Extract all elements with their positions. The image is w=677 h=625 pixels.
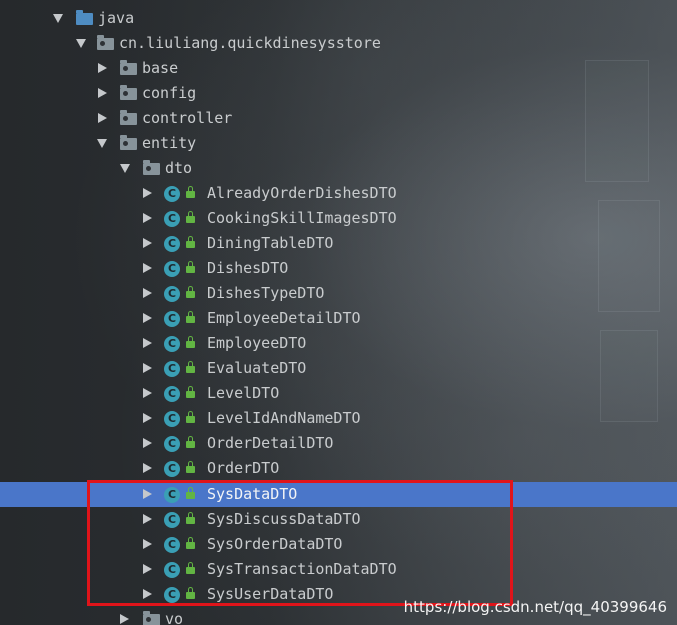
class-icon: C [164,311,180,327]
chevron-right-icon[interactable] [143,263,152,273]
tree-node-label: base [142,59,179,77]
public-access-icon [186,211,195,223]
class-icon: C [164,286,180,302]
tree-node-label: EvaluateDTO [207,359,307,377]
tree-node-label: dto [165,159,193,177]
tree-node-label: LevelDTO [207,384,280,402]
chevron-right-icon[interactable] [143,438,152,448]
tree-node-dto[interactable]: dto [0,156,677,181]
class-icon: C [164,336,180,352]
class-icon: C [164,361,180,377]
chevron-right-icon[interactable] [98,113,107,123]
chevron-right-icon[interactable] [120,614,129,624]
package-icon [120,110,137,125]
tree-node-class[interactable]: C DiningTableDTO [0,231,677,256]
package-icon [143,160,160,175]
tree-node-entity[interactable]: entity [0,131,677,156]
tree-node-label: DishesDTO [207,259,289,277]
tree-node-class[interactable]: C EmployeeDTO [0,331,677,356]
chevron-down-icon[interactable] [53,14,63,23]
package-icon [120,60,137,75]
tree-node-class[interactable]: C DishesTypeDTO [0,281,677,306]
package-icon [120,85,137,100]
class-icon: C [164,186,180,202]
class-icon: C [164,236,180,252]
tree-node-class[interactable]: C OrderDetailDTO [0,431,677,456]
chevron-right-icon[interactable] [143,288,152,298]
public-access-icon [186,386,195,398]
tree-node-label: DishesTypeDTO [207,284,325,302]
class-icon: C [164,211,180,227]
public-access-icon [186,286,195,298]
tree-node-label: CookingSkillImagesDTO [207,209,397,227]
chevron-right-icon[interactable] [143,413,152,423]
public-access-icon [186,311,195,323]
tree-node-label: vo [165,610,184,625]
public-access-icon [186,411,195,423]
package-icon [97,35,114,50]
class-icon: C [164,461,180,477]
tree-node-label: config [142,84,197,102]
tree-node-label: java [98,9,135,27]
package-icon [120,135,137,150]
tree-node-class[interactable]: C EvaluateDTO [0,356,677,381]
watermark: https://blog.csdn.net/qq_40399646 [403,598,667,616]
chevron-down-icon[interactable] [120,164,130,173]
project-tree-panel: java cn.liuliang.quickdinesysstore base … [0,0,677,625]
chevron-down-icon[interactable] [97,139,107,148]
package-icon [143,611,160,625]
public-access-icon [186,336,195,348]
tree-node-label: entity [142,134,197,152]
tree-node-label: AlreadyOrderDishesDTO [207,184,397,202]
chevron-right-icon[interactable] [143,313,152,323]
chevron-right-icon[interactable] [143,338,152,348]
tree-node-label: EmployeeDTO [207,334,307,352]
chevron-right-icon[interactable] [143,238,152,248]
tree-node-package-root[interactable]: cn.liuliang.quickdinesysstore [0,31,677,56]
tree-node-config[interactable]: config [0,81,677,106]
tree-node-class[interactable]: C LevelIdAndNameDTO [0,406,677,431]
tree-node-label: EmployeeDetailDTO [207,309,361,327]
public-access-icon [186,436,195,448]
tree-node-label: DiningTableDTO [207,234,334,252]
chevron-right-icon[interactable] [143,188,152,198]
tree-node-class[interactable]: C AlreadyOrderDishesDTO [0,181,677,206]
tree-node-controller[interactable]: controller [0,106,677,131]
public-access-icon [186,461,195,473]
tree-node-base[interactable]: base [0,56,677,81]
public-access-icon [186,236,195,248]
tree-node-label: LevelIdAndNameDTO [207,409,361,427]
class-icon: C [164,261,180,277]
tree-node-class[interactable]: C CookingSkillImagesDTO [0,206,677,231]
tree-node-label: controller [142,109,233,127]
tree-node-label: OrderDetailDTO [207,434,334,452]
chevron-right-icon[interactable] [143,388,152,398]
chevron-down-icon[interactable] [76,39,86,48]
chevron-right-icon[interactable] [143,213,152,223]
chevron-right-icon[interactable] [98,63,107,73]
tree-node-java[interactable]: java [0,6,677,31]
public-access-icon [186,361,195,373]
source-folder-icon [76,10,93,25]
tree-node-class[interactable]: C LevelDTO [0,381,677,406]
chevron-right-icon[interactable] [143,363,152,373]
public-access-icon [186,261,195,273]
class-icon: C [164,386,180,402]
chevron-right-icon[interactable] [143,463,152,473]
tree-node-class[interactable]: C DishesDTO [0,256,677,281]
tree-node-label: OrderDTO [207,459,280,477]
tree-node-class[interactable]: C EmployeeDetailDTO [0,306,677,331]
red-highlight-box [87,480,513,606]
tree-node-label: cn.liuliang.quickdinesysstore [119,34,381,52]
tree-node-class[interactable]: C OrderDTO [0,456,677,481]
class-icon: C [164,411,180,427]
class-icon: C [164,436,180,452]
chevron-right-icon[interactable] [98,88,107,98]
public-access-icon [186,186,195,198]
